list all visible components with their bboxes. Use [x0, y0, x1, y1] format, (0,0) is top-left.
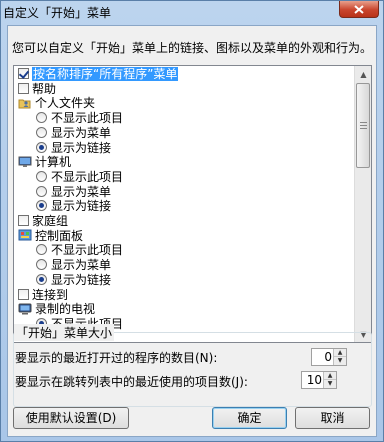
radio-button[interactable] — [36, 126, 47, 138]
recent-programs-label: 要显示的最近打开过的程序的数目(N): — [15, 351, 218, 365]
list-item-checkbox[interactable]: 连接到 — [18, 288, 68, 302]
list-item-label: 帮助 — [32, 81, 57, 96]
recent-programs-value[interactable]: 0 — [324, 350, 332, 364]
title-bar[interactable]: 自定义「开始」菜单 — [1, 1, 383, 23]
list-item-label: 录制的电视 — [35, 302, 96, 317]
checkbox[interactable] — [18, 215, 29, 226]
list-scrollbar[interactable]: ▲ ▼ — [354, 66, 371, 342]
dialog-window: 自定义「开始」菜单 您可以自定义「开始」菜单上的链接、图标以及菜单的外观和行为。… — [0, 0, 384, 442]
radio-button[interactable] — [36, 141, 47, 153]
recent-programs-spinner[interactable]: 0 ▲ ▼ — [311, 348, 347, 366]
list-item-label: 个人文件夹 — [35, 96, 96, 111]
list-item-label: 连接到 — [32, 287, 69, 302]
spin-down-icon[interactable]: ▼ — [324, 380, 336, 388]
radio-button[interactable] — [36, 244, 47, 256]
checkbox[interactable] — [18, 68, 29, 79]
list-item-radio[interactable]: 不显示此项目 — [36, 111, 123, 125]
list-item-label: 按名称排序“所有程序”菜单 — [32, 67, 179, 81]
list-item-label: 显示为链接 — [51, 199, 112, 214]
list-item-checkbox[interactable]: 按名称排序“所有程序”菜单 — [18, 67, 179, 81]
dialog-description: 您可以自定义「开始」菜单上的链接、图标以及菜单的外观和行为。 — [12, 41, 373, 55]
tv-icon — [18, 303, 32, 315]
cancel-button[interactable]: 取消 — [295, 407, 370, 429]
radio-button[interactable] — [36, 185, 47, 197]
list-item-label: 显示为菜单 — [51, 125, 112, 140]
use-defaults-button[interactable]: 使用默认设置(D) — [13, 407, 129, 429]
list-item-label: 不显示此项目 — [51, 169, 124, 184]
ok-button[interactable]: 确定 — [212, 407, 287, 429]
list-item-radio[interactable]: 不显示此项目 — [36, 243, 123, 257]
list-item-radio[interactable]: 不显示此项目 — [36, 170, 123, 184]
close-icon — [354, 4, 364, 14]
folder-user-icon — [18, 97, 32, 109]
menu-size-group-title: 「开始」菜单大小 — [14, 324, 115, 341]
radio-button[interactable] — [36, 273, 47, 285]
spin-up-icon[interactable]: ▲ — [324, 372, 336, 380]
scroll-up-icon[interactable]: ▲ — [356, 66, 371, 82]
list-item-radio[interactable]: 显示为链接 — [36, 199, 111, 213]
jump-list-spinner[interactable]: 10 ▲ ▼ — [301, 371, 337, 389]
list-item-header: 计算机 — [18, 155, 71, 169]
spin-down-icon[interactable]: ▼ — [334, 357, 346, 365]
radio-button[interactable] — [36, 200, 47, 212]
list-item-header: 控制面板 — [18, 229, 83, 243]
list-item-checkbox[interactable]: 帮助 — [18, 82, 56, 96]
jump-list-label: 要显示在跳转列表中的最近使用的项目数(J): — [15, 375, 248, 389]
menu-size-group — [13, 332, 372, 407]
jump-list-value[interactable]: 10 — [307, 373, 322, 387]
list-item-label: 显示为链接 — [51, 140, 112, 155]
radio-button[interactable] — [36, 259, 47, 271]
list-item-radio[interactable]: 显示为链接 — [36, 141, 111, 155]
scroll-thumb[interactable] — [356, 83, 370, 168]
list-item-radio[interactable]: 显示为菜单 — [36, 126, 111, 140]
list-item-label: 计算机 — [35, 155, 72, 170]
close-button[interactable] — [339, 1, 379, 18]
list-item-radio[interactable]: 显示为菜单 — [36, 185, 111, 199]
radio-button[interactable] — [36, 170, 47, 182]
list-item-label: 不显示此项目 — [51, 243, 124, 258]
list-item-label: 显示为菜单 — [51, 258, 112, 273]
list-item-radio[interactable]: 显示为菜单 — [36, 258, 111, 272]
dialog-client-area: 您可以自定义「开始」菜单上的链接、图标以及菜单的外观和行为。 按名称排序“所有程… — [7, 25, 377, 437]
checkbox[interactable] — [18, 288, 29, 300]
list-item-radio[interactable]: 显示为链接 — [36, 273, 111, 287]
list-item-label: 显示为链接 — [51, 272, 112, 287]
list-item-header: 个人文件夹 — [18, 96, 95, 110]
checkbox[interactable] — [18, 82, 29, 94]
window-title: 自定义「开始」菜单 — [3, 6, 112, 20]
spin-up-icon[interactable]: ▲ — [334, 349, 346, 357]
list-item-label: 显示为菜单 — [51, 184, 112, 199]
list-item-header: 录制的电视 — [18, 302, 95, 316]
list-item-label: 控制面板 — [35, 228, 84, 243]
radio-button[interactable] — [36, 112, 47, 124]
list-item-label: 家庭组 — [32, 214, 69, 228]
options-list: 按名称排序“所有程序”菜单 帮助 个人文件夹 不显示此项目 显示为菜单 显示为链接 计算机不… — [13, 65, 372, 343]
list-item-checkbox[interactable]: 家庭组 — [18, 214, 68, 228]
list-item-label: 不显示此项目 — [51, 111, 124, 126]
control-panel-icon — [18, 229, 32, 241]
computer-icon — [18, 156, 32, 168]
